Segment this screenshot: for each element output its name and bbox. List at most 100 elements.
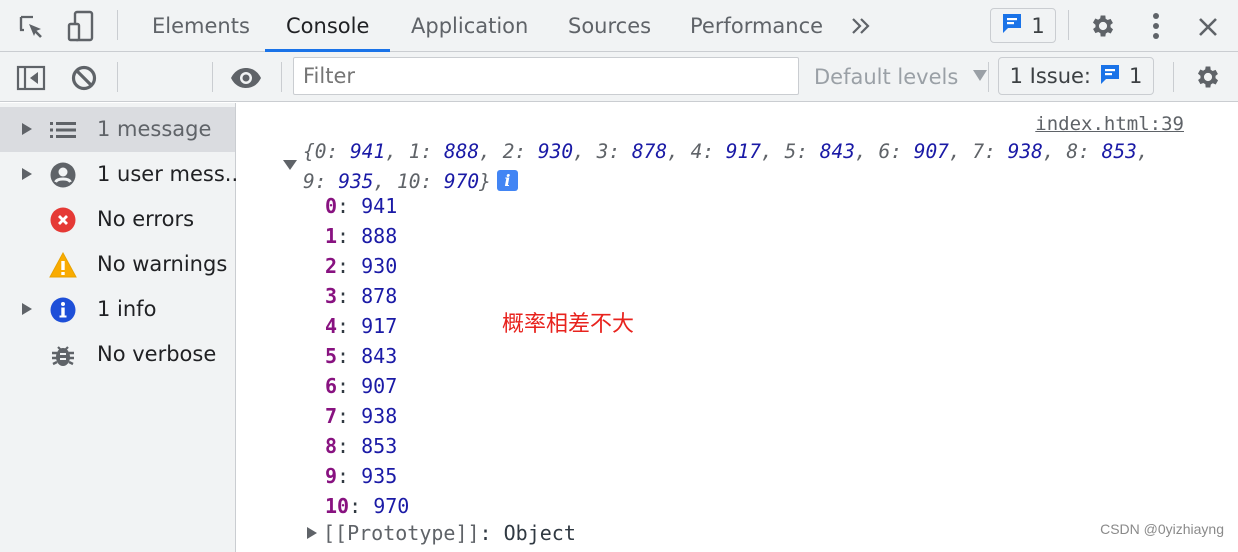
preview-key: 10: [396, 170, 421, 193]
live-expression-eye-icon[interactable]: [230, 65, 262, 91]
messages-badge-button[interactable]: 1: [990, 8, 1056, 43]
sidebar-item-messages[interactable]: 1 message: [0, 107, 235, 152]
divider: [212, 62, 213, 92]
property-colon: :: [337, 314, 362, 338]
property-row[interactable]: 3: 878: [325, 281, 397, 311]
divider: [988, 62, 989, 92]
filter-input[interactable]: [293, 57, 799, 95]
watermark: CSDN @0yizhiayng: [1100, 521, 1224, 537]
preview-value: 930: [537, 140, 574, 163]
preview-value: 970: [443, 170, 480, 193]
property-colon: :: [337, 194, 362, 218]
property-value: 853: [361, 434, 398, 458]
info-badge-icon[interactable]: i: [496, 170, 518, 191]
sidebar-item-label: 1 user mess...: [97, 162, 245, 186]
preview-key: 8: [1066, 140, 1079, 163]
preview-value: 853: [1101, 140, 1137, 163]
messages-count: 1: [1031, 13, 1045, 38]
preview-comma: ,: [667, 140, 691, 163]
preview-comma: ,: [761, 140, 785, 163]
property-value: 907: [361, 374, 398, 398]
property-colon: :: [337, 374, 362, 398]
divider: [281, 62, 282, 92]
sidebar-item-label: 1 info: [97, 297, 157, 321]
log-levels-dropdown[interactable]: Default levels: [814, 52, 987, 102]
user-icon: [49, 161, 77, 189]
log-levels-label: Default levels: [814, 65, 959, 89]
property-row[interactable]: 6: 907: [325, 371, 397, 401]
inspect-element-icon[interactable]: [16, 12, 46, 42]
property-value: 888: [361, 224, 398, 248]
property-row[interactable]: 8: 853: [325, 431, 397, 461]
close-icon[interactable]: [1194, 13, 1222, 41]
tab-console[interactable]: Console: [264, 0, 391, 52]
preview-colon: :: [702, 140, 726, 163]
expand-arrow-icon[interactable]: [22, 123, 32, 135]
property-row[interactable]: 0: 941: [325, 191, 397, 221]
preview-key: 1: [408, 140, 421, 163]
property-key: 2: [325, 254, 338, 278]
more-options-kebab-icon[interactable]: [1144, 11, 1168, 41]
property-row[interactable]: 5: 843: [325, 341, 397, 371]
expand-arrow-icon[interactable]: [22, 303, 32, 315]
issues-count: 1: [1129, 64, 1143, 88]
clear-console-icon[interactable]: [69, 63, 99, 93]
issues-button[interactable]: 1 Issue: 1: [998, 57, 1154, 95]
preview-key: 7: [972, 140, 985, 163]
property-colon: :: [337, 464, 362, 488]
sidebar-item-errors[interactable]: No errors: [0, 197, 235, 242]
property-key: 6: [325, 374, 338, 398]
property-row[interactable]: 2: 930: [325, 251, 397, 281]
sidebar-item-user-messages[interactable]: 1 user mess...: [0, 152, 245, 197]
divider: [117, 62, 118, 92]
sidebar-item-warnings[interactable]: No warnings: [0, 242, 235, 287]
preview-key: 6: [878, 140, 891, 163]
source-link[interactable]: index.html:39: [1035, 113, 1184, 135]
property-key: 4: [325, 314, 338, 338]
preview-colon: :: [514, 140, 538, 163]
preview-value: 935: [338, 170, 374, 193]
dropdown-caret-icon: [972, 70, 987, 81]
property-row[interactable]: 9: 935: [325, 461, 397, 491]
preview-colon: :: [796, 140, 820, 163]
sidebar-item-verbose[interactable]: No verbose: [0, 332, 235, 377]
chevrons-right-icon[interactable]: [848, 14, 874, 38]
property-value: 917: [361, 314, 398, 338]
tab-elements[interactable]: Elements: [152, 0, 250, 52]
issues-label: 1 Issue:: [1009, 64, 1092, 88]
preview-key: 3: [596, 140, 609, 163]
settings-gear-icon[interactable]: [1088, 11, 1118, 41]
expand-arrow-icon[interactable]: [22, 168, 32, 180]
collapse-arrow-icon[interactable]: [283, 160, 297, 170]
sidebar-item-info[interactable]: 1 info: [0, 287, 235, 332]
prototype-row[interactable]: [[Prototype]]: Object: [307, 521, 576, 545]
property-value: 935: [361, 464, 398, 488]
property-row[interactable]: 1: 888: [325, 221, 397, 251]
property-value: 938: [361, 404, 398, 428]
preview-comma: ,: [573, 140, 597, 163]
tab-application[interactable]: Application: [411, 0, 528, 52]
property-key: 10: [325, 494, 350, 518]
property-row[interactable]: 7: 938: [325, 401, 397, 431]
property-key: 7: [325, 404, 338, 428]
sidebar-item-label: No errors: [97, 207, 195, 231]
console-settings-gear-icon[interactable]: [1193, 62, 1223, 92]
show-sidebar-icon[interactable]: [16, 64, 46, 92]
property-key: 5: [325, 344, 338, 368]
tab-performance[interactable]: Performance: [690, 0, 823, 52]
preview-colon: :: [420, 140, 444, 163]
object-preview[interactable]: {0: 941, 1: 888, 2: 930, 3: 878, 4: 917,…: [303, 137, 1149, 197]
preview-value: 907: [913, 140, 949, 163]
property-row[interactable]: 10: 970: [325, 491, 409, 521]
property-colon: :: [349, 494, 374, 518]
console-output: index.html:39 {0: 941, 1: 888, 2: 930, 3…: [237, 103, 1238, 552]
expand-arrow-icon[interactable]: [307, 527, 317, 539]
tab-sources[interactable]: Sources: [568, 0, 651, 52]
preview-colon: :: [1078, 140, 1102, 163]
preview-comma: ,: [373, 170, 397, 193]
error-icon: [49, 206, 77, 234]
property-row[interactable]: 4: 917: [325, 311, 397, 341]
property-colon: :: [337, 404, 362, 428]
device-toolbar-icon[interactable]: [66, 10, 96, 42]
property-key: 9: [325, 464, 338, 488]
